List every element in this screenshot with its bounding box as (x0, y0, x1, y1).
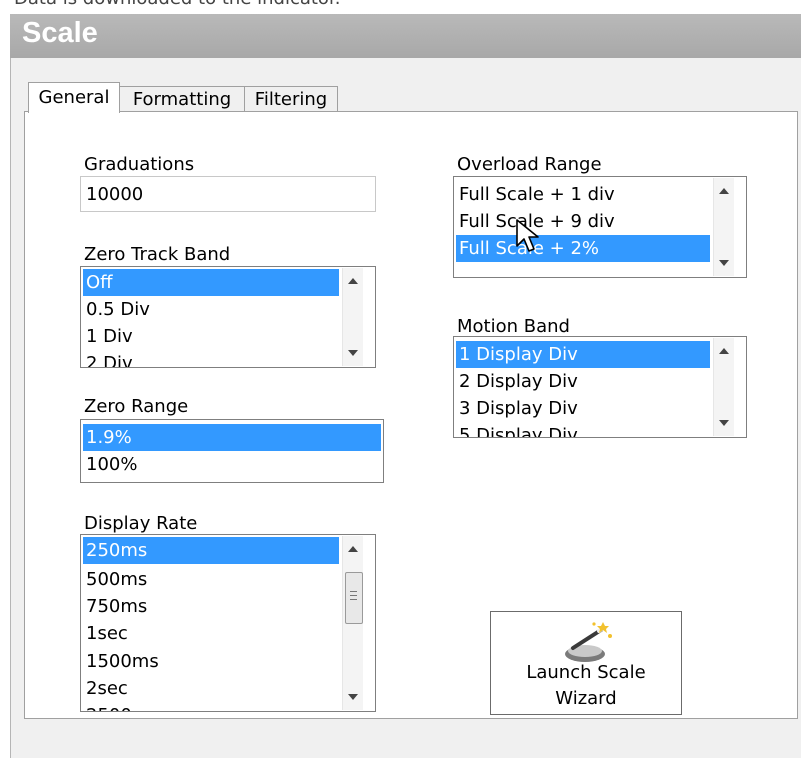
list-item[interactable]: 1500ms (83, 648, 339, 675)
zero-track-band-list[interactable]: Off 0.5 Div 1 Div 2 Div (80, 266, 376, 368)
top-strip-text: Data is downloaded to the indicator. (14, 0, 340, 9)
scroll-up-icon[interactable] (719, 188, 729, 194)
list-item[interactable]: 1sec (83, 620, 339, 647)
window-title: Scale (22, 17, 98, 49)
scroll-up-icon[interactable] (719, 348, 729, 354)
mouse-cursor-icon (516, 219, 539, 252)
tab-filtering[interactable]: Filtering (244, 86, 338, 113)
list-item[interactable]: Full Scale + 9 div (456, 208, 710, 235)
display-rate-list[interactable]: 250ms 500ms 750ms 1sec 1500ms 2sec 2500m… (80, 534, 376, 712)
tab-formatting[interactable]: Formatting (119, 86, 245, 113)
list-item[interactable]: 2 Div (83, 350, 339, 367)
top-strip: Data is downloaded to the indicator. (0, 0, 801, 14)
zero-track-band-scrollbar[interactable] (342, 268, 363, 366)
scroll-down-icon[interactable] (348, 694, 358, 700)
scroll-up-icon[interactable] (348, 278, 358, 284)
launch-scale-wizard-label: Launch Scale Wizard (526, 662, 646, 709)
list-item[interactable]: 0.5 Div (83, 296, 339, 323)
list-item[interactable]: 1 Div (83, 323, 339, 350)
scroll-down-icon[interactable] (719, 260, 729, 266)
list-item[interactable]: 500ms (83, 566, 339, 593)
motion-band-list[interactable]: 1 Display Div 2 Display Div 3 Display Di… (453, 336, 747, 438)
overload-range-label: Overload Range (457, 154, 602, 175)
list-item[interactable]: 100% (83, 451, 381, 478)
list-item[interactable]: 3 Display Div (456, 395, 710, 422)
list-item[interactable]: 1 Display Div (456, 341, 710, 368)
list-item[interactable]: Full Scale + 2% (456, 235, 710, 262)
tab-general[interactable]: General (28, 82, 120, 113)
scroll-thumb[interactable] (345, 572, 363, 624)
overload-range-scrollbar[interactable] (713, 178, 734, 276)
launch-scale-wizard-button[interactable]: Launch Scale Wizard (490, 611, 682, 715)
wand-icon (565, 622, 612, 662)
list-item[interactable]: Off (83, 269, 339, 296)
list-item[interactable]: 250ms (83, 537, 339, 564)
overload-range-list[interactable]: Full Scale + 1 div Full Scale + 9 div Fu… (453, 176, 747, 278)
list-item[interactable]: 750ms (83, 593, 339, 620)
motion-band-label: Motion Band (457, 316, 570, 337)
zero-range-label: Zero Range (84, 396, 189, 417)
display-rate-scrollbar[interactable] (342, 536, 363, 710)
graduations-value: 10000 (86, 184, 144, 205)
zero-track-band-label: Zero Track Band (84, 244, 231, 265)
list-item[interactable]: 2sec (83, 675, 339, 702)
list-item[interactable]: 2500ms (83, 702, 339, 711)
title-bar (10, 14, 801, 58)
list-item[interactable]: 2 Display Div (456, 368, 710, 395)
list-item[interactable]: 5 Display Div (456, 422, 710, 437)
display-rate-label: Display Rate (84, 513, 198, 534)
zero-range-list[interactable]: 1.9% 100% (80, 419, 384, 483)
motion-band-scrollbar[interactable] (713, 338, 734, 436)
graduations-input[interactable]: 10000 (80, 176, 376, 212)
graduations-label: Graduations (84, 154, 195, 175)
scroll-up-icon[interactable] (348, 546, 358, 552)
scroll-down-icon[interactable] (719, 420, 729, 426)
list-item[interactable]: 1.9% (83, 424, 381, 451)
scroll-down-icon[interactable] (348, 350, 358, 356)
list-item[interactable]: Full Scale + 1 div (456, 181, 710, 208)
